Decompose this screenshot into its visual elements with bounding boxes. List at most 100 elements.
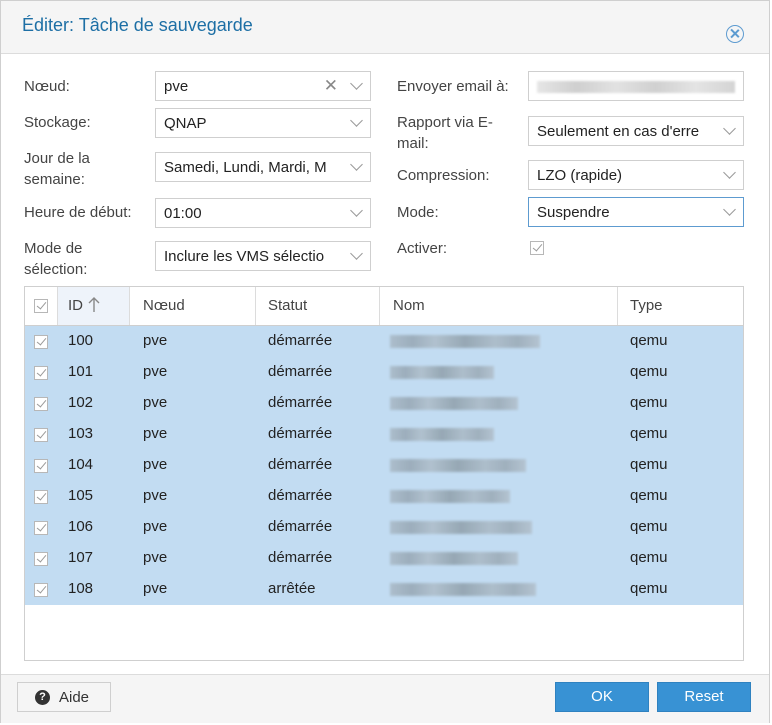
chevron-down-icon[interactable] [723,166,736,179]
column-header-node[interactable]: Nœud [130,287,256,325]
enable-checkbox[interactable] [530,241,544,255]
help-button[interactable]: ? Aide [17,682,111,712]
reset-button[interactable]: Reset [657,682,751,712]
cell-node: pve [143,425,168,442]
node-select[interactable]: pve ✕ [155,71,371,101]
cell-id: 104 [68,456,94,473]
table-row[interactable]: 105 pve démarrée qemu [25,481,743,512]
row-checkbox[interactable] [34,335,48,349]
chevron-down-icon[interactable] [350,158,363,171]
email-field[interactable] [528,71,744,101]
cell-node: pve [143,332,168,349]
mode-value: Suspendre [537,204,610,221]
column-header-type[interactable]: Type [618,287,743,325]
cell-id: 107 [68,549,94,566]
dialog-footer: ? Aide OK Reset [1,674,769,723]
cell-node: pve [143,394,168,411]
chevron-down-icon[interactable] [350,247,363,260]
row-checkbox[interactable] [34,552,48,566]
table-row[interactable]: 100 pve démarrée qemu [25,326,743,357]
table-row[interactable]: 107 pve démarrée qemu [25,543,743,574]
row-checkbox[interactable] [34,428,48,442]
table-row[interactable]: 106 pve démarrée qemu [25,512,743,543]
redacted-vm-name [390,552,518,565]
compression-select[interactable]: LZO (rapide) [528,160,744,190]
email-report-select[interactable]: Seulement en cas d'erre [528,116,744,146]
help-label: Aide [59,689,90,706]
email-report-label: Rapport via E-mail: [397,114,493,152]
cell-type: qemu [630,363,668,380]
close-icon[interactable] [726,25,744,43]
compression-label: Compression: [397,167,490,184]
table-row[interactable]: 102 pve démarrée qemu [25,388,743,419]
start-time-label: Heure de début: [24,204,132,221]
redacted-vm-name [390,366,494,379]
redacted-vm-name [390,490,510,503]
cell-status: démarrée [268,518,333,535]
enable-label: Activer: [397,240,448,257]
cell-type: qemu [630,425,668,442]
redacted-vm-name [390,521,532,534]
cell-id: 105 [68,487,94,504]
selection-mode-label: Mode de sélection: [24,240,88,278]
row-checkbox[interactable] [34,366,48,380]
cell-type: qemu [630,549,668,566]
redacted-vm-name [390,459,526,472]
cell-node: pve [143,487,168,504]
cell-type: qemu [630,332,668,349]
cell-status: démarrée [268,487,333,504]
row-checkbox[interactable] [34,583,48,597]
question-icon: ? [35,690,50,705]
node-value: pve [164,78,189,95]
select-all-checkbox[interactable] [34,299,48,313]
redacted-vm-name [390,428,494,441]
clear-icon[interactable]: ✕ [324,76,338,96]
cell-status: démarrée [268,425,333,442]
table-row[interactable]: 108 pve arrêtée qemu [25,574,743,605]
email-label: Envoyer email à: [397,78,509,95]
start-time-select[interactable]: 01:00 [155,198,371,228]
weekday-select[interactable]: Samedi, Lundi, Mardi, M [155,152,371,182]
row-checkbox[interactable] [34,459,48,473]
cell-status: arrêtée [268,580,316,597]
chevron-down-icon[interactable] [350,204,363,217]
selection-mode-value: Inclure les VMS sélectio [164,248,325,265]
column-header-status[interactable]: Statut [256,287,380,325]
table-row[interactable]: 101 pve démarrée qemu [25,357,743,388]
cell-status: démarrée [268,549,333,566]
ok-button[interactable]: OK [555,682,649,712]
backup-job-dialog: Éditer: Tâche de sauvegarde Nœud: pve ✕ … [0,0,770,723]
column-header-id[interactable]: ID [58,287,130,325]
weekday-label: Jour de la semaine: [24,150,90,188]
table-row[interactable]: 103 pve démarrée qemu [25,419,743,450]
cell-status: démarrée [268,363,333,380]
redacted-vm-name [390,583,536,596]
mode-select[interactable]: Suspendre [528,197,744,227]
select-all-cell [25,287,58,325]
table-row[interactable]: 104 pve démarrée qemu [25,450,743,481]
cell-node: pve [143,518,168,535]
storage-label: Stockage: [24,114,91,131]
row-checkbox[interactable] [34,490,48,504]
dialog-title: Éditer: Tâche de sauvegarde [22,15,253,35]
vm-grid: ID Nœud Statut Nom Type 100 pve démarrée qe… [24,286,744,661]
storage-select[interactable]: QNAP [155,108,371,138]
row-checkbox[interactable] [34,521,48,535]
row-checkbox[interactable] [34,397,48,411]
column-status-label: Statut [268,297,308,314]
cell-node: pve [143,580,168,597]
cell-id: 101 [68,363,94,380]
compression-value: LZO (rapide) [537,167,623,184]
column-header-name[interactable]: Nom [380,287,618,325]
selection-mode-select[interactable]: Inclure les VMS sélectio [155,241,371,271]
redacted-vm-name [390,397,518,410]
arrow-up-icon [88,297,100,312]
chevron-down-icon[interactable] [350,77,363,90]
cell-id: 102 [68,394,94,411]
chevron-down-icon[interactable] [350,114,363,127]
redacted-vm-name [390,335,540,348]
chevron-down-icon[interactable] [723,203,736,216]
dialog-titlebar: Éditer: Tâche de sauvegarde [1,1,769,54]
chevron-down-icon[interactable] [723,122,736,135]
node-label: Nœud: [24,78,70,95]
